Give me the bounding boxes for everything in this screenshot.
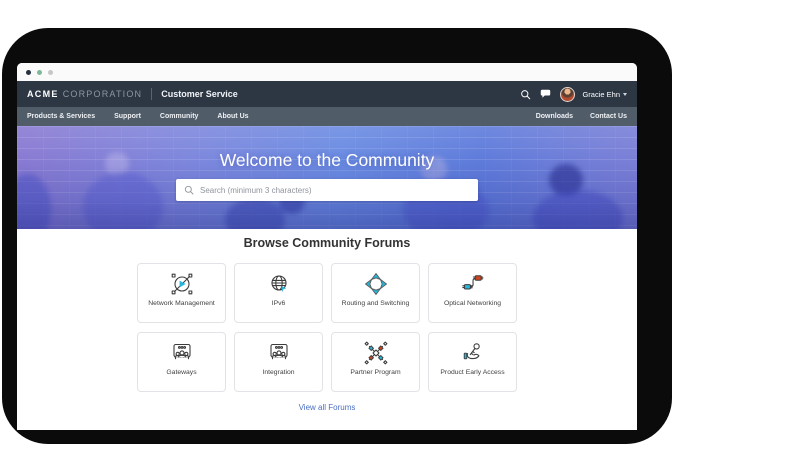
- forum-tile-label: IPv6: [272, 300, 286, 307]
- brand-suffix: CORPORATION: [63, 89, 143, 99]
- search-input[interactable]: [200, 186, 470, 195]
- brand-name: ACME: [27, 89, 59, 99]
- product-title: Customer Service: [161, 89, 238, 99]
- community-search-bar[interactable]: [176, 179, 478, 201]
- forum-tile-label: Routing and Switching: [342, 300, 410, 307]
- main-content: Browse Community Forums Network Manageme…: [17, 229, 637, 430]
- hero-banner: Welcome to the Community: [17, 126, 637, 229]
- forum-tile-gateways[interactable]: Gateways: [137, 332, 226, 392]
- top-header: ACME CORPORATION Customer Service Gracie…: [17, 81, 637, 107]
- chevron-down-icon: [623, 93, 627, 96]
- search-icon: [184, 185, 194, 195]
- browser-window: ACME CORPORATION Customer Service Gracie…: [17, 63, 637, 430]
- nav-item-contact-us[interactable]: Contact Us: [590, 113, 627, 120]
- user-name: Gracie Ehn: [582, 90, 620, 99]
- forum-tile-product-early-access[interactable]: Product Early Access: [428, 332, 517, 392]
- ipv6-icon: [266, 271, 292, 297]
- forum-tile-label: Product Early Access: [440, 369, 504, 376]
- forum-tile-label: Integration: [262, 369, 294, 376]
- forum-tile-label: Gateways: [166, 369, 196, 376]
- routing-switching-icon: [363, 271, 389, 297]
- chat-icon[interactable]: [540, 89, 551, 99]
- window-titlebar: [17, 63, 637, 81]
- traffic-light-close[interactable]: [26, 70, 31, 75]
- forum-tile-grid: Network Management IPv6: [137, 263, 517, 392]
- header-divider: [151, 88, 152, 100]
- avatar: [560, 87, 575, 102]
- main-nav: Products & Services Support Community Ab…: [17, 107, 637, 126]
- user-menu[interactable]: [560, 87, 575, 102]
- forum-tile-integration[interactable]: Integration: [234, 332, 323, 392]
- gateways-icon: [169, 340, 195, 366]
- network-management-icon: [169, 271, 195, 297]
- forum-tile-network-management[interactable]: Network Management: [137, 263, 226, 323]
- hero-title: Welcome to the Community: [220, 150, 435, 171]
- view-all-forums-link[interactable]: View all Forums: [299, 403, 356, 412]
- search-icon[interactable]: [520, 89, 531, 100]
- forums-heading: Browse Community Forums: [244, 236, 411, 250]
- browser-frame: ACME CORPORATION Customer Service Gracie…: [2, 28, 672, 444]
- forum-tile-label: Partner Program: [350, 369, 400, 376]
- nav-item-products-services[interactable]: Products & Services: [27, 113, 95, 120]
- product-early-access-icon: [460, 340, 486, 366]
- forum-tile-partner-program[interactable]: Partner Program: [331, 332, 420, 392]
- nav-item-community[interactable]: Community: [160, 113, 199, 120]
- forum-tile-label: Network Management: [148, 300, 215, 307]
- user-menu-label[interactable]: Gracie Ehn: [580, 90, 627, 99]
- nav-item-support[interactable]: Support: [114, 113, 141, 120]
- integration-icon: [266, 340, 292, 366]
- traffic-light-maximize[interactable]: [48, 70, 53, 75]
- forum-tile-ipv6[interactable]: IPv6: [234, 263, 323, 323]
- optical-networking-icon: [460, 271, 486, 297]
- nav-item-about-us[interactable]: About Us: [217, 113, 248, 120]
- forum-tile-routing-switching[interactable]: Routing and Switching: [331, 263, 420, 323]
- forum-tile-optical-networking[interactable]: Optical Networking: [428, 263, 517, 323]
- traffic-light-minimize[interactable]: [37, 70, 42, 75]
- nav-item-downloads[interactable]: Downloads: [536, 113, 573, 120]
- partner-program-icon: [363, 340, 389, 366]
- forum-tile-label: Optical Networking: [444, 300, 501, 307]
